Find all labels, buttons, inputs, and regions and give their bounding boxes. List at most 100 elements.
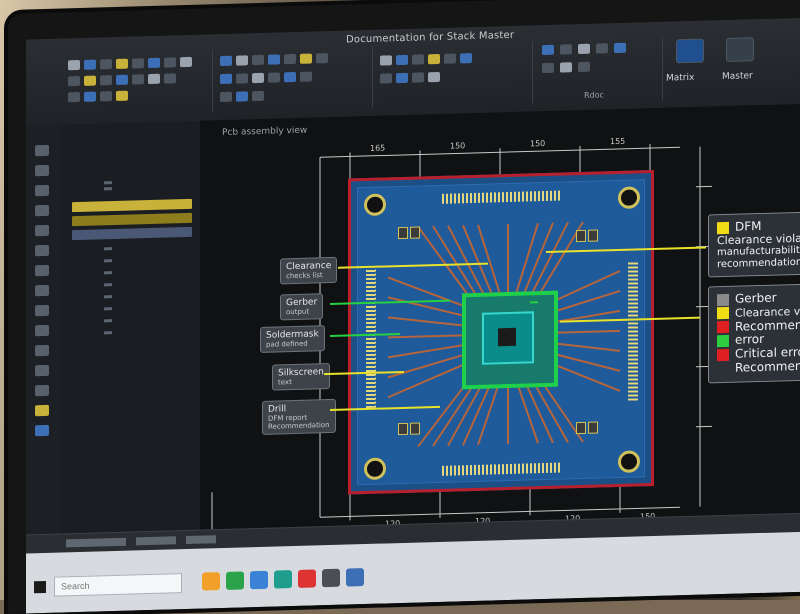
tool-icon[interactable] bbox=[180, 57, 192, 67]
tool-icon[interactable] bbox=[412, 54, 424, 64]
tool-icon[interactable] bbox=[116, 59, 128, 69]
tool-icon[interactable] bbox=[396, 55, 408, 65]
smd-component[interactable] bbox=[410, 226, 420, 238]
tool-icon[interactable] bbox=[252, 91, 264, 101]
tool-icon[interactable] bbox=[614, 43, 626, 53]
tool-icon[interactable] bbox=[396, 73, 408, 83]
tool-icon[interactable] bbox=[164, 73, 176, 83]
layer-row[interactable] bbox=[104, 181, 112, 184]
tool-icon[interactable] bbox=[578, 62, 590, 72]
tool-icon[interactable] bbox=[268, 72, 280, 82]
tool-icon[interactable] bbox=[164, 57, 176, 67]
tool-icon[interactable] bbox=[268, 54, 280, 64]
layer-swatch[interactable] bbox=[72, 199, 192, 212]
search-input[interactable] bbox=[54, 573, 182, 597]
tool-icon[interactable] bbox=[284, 54, 296, 64]
tool-icon[interactable] bbox=[148, 58, 160, 68]
tool-icon[interactable] bbox=[100, 91, 112, 101]
tool-icon[interactable] bbox=[444, 53, 456, 63]
tool-icon[interactable] bbox=[578, 44, 590, 54]
tool-icon[interactable] bbox=[412, 72, 424, 82]
smd-component[interactable] bbox=[576, 422, 586, 434]
zoom-tool-icon[interactable] bbox=[35, 285, 49, 296]
pan-tool-icon[interactable] bbox=[35, 305, 49, 316]
app-icon[interactable] bbox=[274, 570, 292, 589]
tool-icon[interactable] bbox=[84, 92, 96, 102]
tool-icon[interactable] bbox=[428, 72, 440, 82]
tool-icon[interactable] bbox=[542, 45, 554, 55]
tool-icon[interactable] bbox=[68, 92, 80, 102]
layer-row[interactable] bbox=[104, 295, 112, 298]
route-tool-icon[interactable] bbox=[35, 185, 49, 196]
callout-silkscreen[interactable]: Silkscreen text bbox=[272, 363, 330, 391]
tool-icon[interactable] bbox=[316, 53, 328, 63]
highlight-tool-icon[interactable] bbox=[35, 405, 49, 416]
callout-drill[interactable]: Drill DFM report Recommendation bbox=[262, 399, 336, 435]
tool-icon[interactable] bbox=[542, 63, 554, 73]
tool-icon[interactable] bbox=[560, 44, 572, 54]
tool-icon[interactable] bbox=[380, 55, 392, 65]
tool-icon[interactable] bbox=[460, 53, 472, 63]
tool-icon[interactable] bbox=[148, 74, 160, 84]
app-icon[interactable] bbox=[322, 569, 340, 588]
layer-tool-icon[interactable] bbox=[35, 325, 49, 336]
design-canvas[interactable]: Pcb assembly view bbox=[200, 103, 800, 549]
smd-component[interactable] bbox=[576, 230, 586, 242]
master-button-label[interactable]: Master bbox=[722, 71, 753, 82]
select-tool-icon[interactable] bbox=[35, 145, 49, 156]
tool-icon[interactable] bbox=[100, 75, 112, 85]
tool-icon[interactable] bbox=[300, 72, 312, 82]
tool-icon[interactable] bbox=[596, 43, 608, 53]
color-tool-icon[interactable] bbox=[35, 425, 49, 436]
connector-right[interactable] bbox=[628, 260, 638, 400]
connector-left[interactable] bbox=[366, 268, 376, 408]
layer-swatch[interactable] bbox=[72, 213, 192, 226]
tool-icon[interactable] bbox=[68, 60, 80, 70]
tool-icon[interactable] bbox=[132, 74, 144, 84]
tool-icon[interactable] bbox=[560, 62, 572, 72]
layer-swatch[interactable] bbox=[72, 227, 192, 240]
layer-row[interactable] bbox=[104, 247, 112, 250]
start-icon[interactable] bbox=[34, 581, 46, 593]
file-explorer-icon[interactable] bbox=[202, 572, 220, 591]
callout-gerber[interactable]: Gerber output bbox=[280, 293, 323, 321]
smd-component[interactable] bbox=[398, 423, 408, 435]
app-icon[interactable] bbox=[346, 568, 364, 587]
dfm-panel[interactable]: DFM Clearance violations manufacturabili… bbox=[708, 211, 800, 278]
pencil-tool-icon[interactable] bbox=[35, 365, 49, 376]
tool-icon[interactable] bbox=[252, 55, 264, 65]
tool-icon[interactable] bbox=[132, 58, 144, 68]
smd-component[interactable] bbox=[588, 230, 598, 242]
layer-row[interactable] bbox=[104, 331, 112, 334]
browser-icon[interactable] bbox=[250, 571, 268, 590]
layer-row[interactable] bbox=[104, 319, 112, 322]
via-tool-icon[interactable] bbox=[35, 205, 49, 216]
app-icon[interactable] bbox=[226, 571, 244, 590]
app-icon[interactable] bbox=[298, 569, 316, 588]
tool-icon[interactable] bbox=[380, 73, 392, 83]
tool-icon[interactable] bbox=[252, 73, 264, 83]
smd-component[interactable] bbox=[398, 227, 408, 239]
callout-soldermask[interactable]: Soldermask pad defined bbox=[260, 325, 325, 353]
move-tool-icon[interactable] bbox=[35, 165, 49, 176]
tool-icon[interactable] bbox=[236, 91, 248, 101]
tool-icon[interactable] bbox=[220, 56, 232, 66]
pad-tool-icon[interactable] bbox=[35, 225, 49, 236]
tool-icon[interactable] bbox=[236, 73, 248, 83]
tool-icon[interactable] bbox=[220, 92, 232, 102]
eraser-tool-icon[interactable] bbox=[35, 385, 49, 396]
tool-icon[interactable] bbox=[284, 72, 296, 82]
tool-icon[interactable] bbox=[236, 55, 248, 65]
tool-icon[interactable] bbox=[84, 60, 96, 70]
matrix-button-label[interactable]: Matrix bbox=[666, 73, 694, 84]
drc-tool-icon[interactable] bbox=[35, 345, 49, 356]
tool-icon[interactable] bbox=[116, 91, 128, 101]
tool-icon[interactable] bbox=[116, 75, 128, 85]
legend-panel[interactable]: Gerber Clearance violations Recommendati… bbox=[708, 283, 800, 384]
layer-row[interactable] bbox=[104, 283, 112, 286]
layer-row[interactable] bbox=[104, 187, 112, 190]
layer-row[interactable] bbox=[104, 259, 112, 262]
master-button-icon[interactable] bbox=[726, 37, 754, 62]
callout-clearance[interactable]: Clearance checks list bbox=[280, 257, 337, 285]
matrix-button-icon[interactable] bbox=[676, 39, 704, 64]
